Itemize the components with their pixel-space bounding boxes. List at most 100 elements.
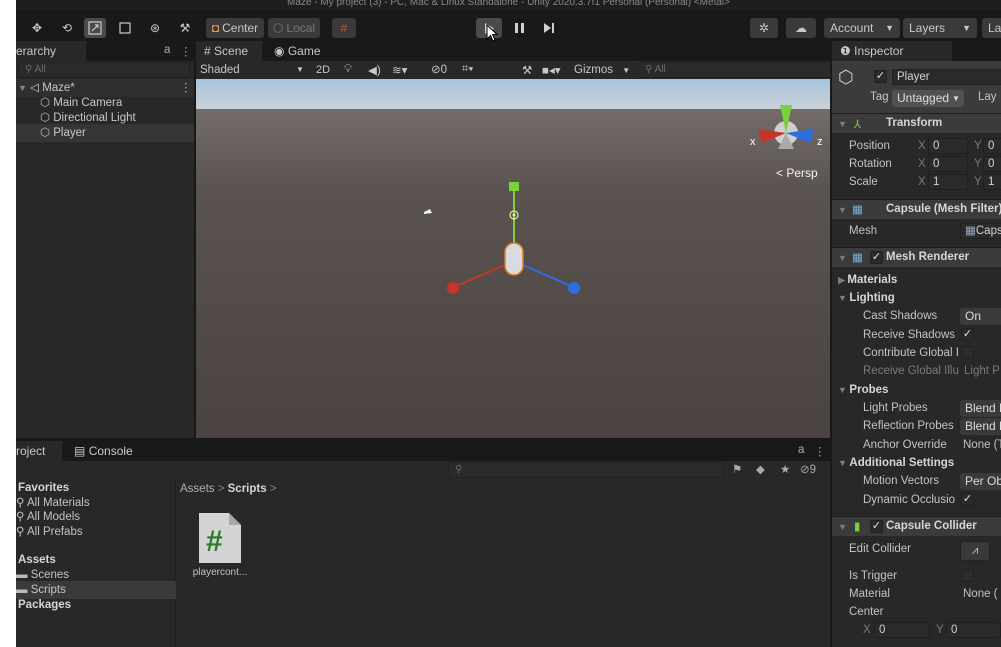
light-probes-label: Light Probes <box>863 402 928 414</box>
grid-toggle-icon[interactable]: ⌗▾ <box>462 63 473 76</box>
tab-console[interactable]: ▤ Console <box>66 441 141 461</box>
probes-foldout[interactable]: ▼ Probes <box>838 381 888 399</box>
is-trigger-checkbox[interactable] <box>961 569 974 582</box>
position-y-field[interactable]: 0 <box>983 138 1001 154</box>
pivot-center-toggle[interactable]: ◘ Center <box>206 18 264 38</box>
tab-inspector[interactable]: ❶ Inspector <box>832 41 952 61</box>
edit-collider-button[interactable]: ⩘ <box>960 541 990 561</box>
transform-header[interactable]: ▼ ⅄ Transform <box>832 113 1001 133</box>
scene-viewport[interactable]: x z < Persp <box>196 79 844 438</box>
lock-icon[interactable]: a <box>164 44 170 56</box>
create-asset-icon[interactable]: ⚑ <box>732 462 742 476</box>
layout-dropdown[interactable]: La <box>982 18 1001 38</box>
grid-snap-button[interactable]: # <box>332 18 356 38</box>
materials-foldout[interactable]: ▶ Materials <box>838 271 897 289</box>
scale-y-field[interactable]: 1 <box>983 174 1001 190</box>
rect-tool-button[interactable] <box>114 18 136 38</box>
mesh-renderer-header[interactable]: ▼ ▦ ✓ Mesh Renderer <box>832 247 1001 267</box>
cloud-button[interactable]: ☁ <box>786 18 816 38</box>
object-name-field[interactable]: Player <box>892 69 1001 85</box>
mesh-filter-header[interactable]: ▼ ▦ Capsule (Mesh Filter) <box>832 199 1001 219</box>
more-menu-icon[interactable]: ⋮ <box>814 444 826 458</box>
lighting-foldout[interactable]: ▼ Lighting <box>838 289 895 307</box>
reflection-probes-dropdown[interactable]: Blend P <box>960 418 1001 435</box>
project-search-input[interactable]: ⚲ <box>448 462 724 478</box>
search-icon: ⚲ <box>25 64 35 75</box>
camera-dropdown-icon[interactable]: ■◂▾ <box>542 63 561 77</box>
mode-2d-label: 2D <box>316 64 331 76</box>
collab-button[interactable]: ✲ <box>750 18 778 38</box>
effects-dropdown-icon[interactable]: ≋▾ <box>392 63 407 77</box>
probes-label: Probes <box>849 384 889 396</box>
mesh-renderer-enabled-checkbox[interactable]: ✓ <box>870 251 883 264</box>
capsule-collider-enabled-checkbox[interactable]: ✓ <box>870 520 883 533</box>
transform-tool-button[interactable]: ⊛ <box>144 18 166 38</box>
label-filter-icon[interactable]: ◆ <box>756 462 765 476</box>
tab-project[interactable]: roject <box>16 441 62 461</box>
tag-dropdown[interactable]: Untagged ▼ <box>892 90 964 107</box>
gameobject-cube-icon: ⬡ <box>40 112 51 124</box>
tab-game[interactable]: ◉ Game <box>266 41 329 61</box>
z-axis-handle[interactable] <box>568 282 580 294</box>
custom-tool-button[interactable]: ⚒ <box>174 18 196 38</box>
hidden-objects-toggle[interactable]: ⊘0 <box>431 61 447 79</box>
favorite-star-icon[interactable]: ★ <box>780 462 790 476</box>
asset-tile[interactable]: # playercont... <box>188 509 252 579</box>
rotation-y-field[interactable]: 0 <box>983 156 1001 172</box>
breadcrumb-assets[interactable]: Assets <box>180 483 215 495</box>
cast-shadows-dropdown[interactable]: On <box>960 308 1001 325</box>
anchor-override-field[interactable]: None (T <box>963 436 1001 454</box>
scale-tool-button[interactable] <box>84 18 106 38</box>
scale-x-field[interactable]: 1 <box>928 174 968 190</box>
mesh-field[interactable]: ▦Caps <box>960 223 1001 239</box>
center-x-field[interactable]: 0 <box>874 622 930 638</box>
receive-shadows-checkbox[interactable]: ✓ <box>961 328 974 341</box>
breadcrumb-scripts[interactable]: Scripts <box>228 483 267 495</box>
shading-mode-dropdown[interactable]: Shaded ▼ <box>200 61 304 79</box>
hidden-packages-toggle[interactable]: ⊘9 <box>800 462 816 476</box>
account-dropdown[interactable]: Account ▼ <box>824 18 900 38</box>
rotation-x-field[interactable]: 0 <box>928 156 968 172</box>
more-menu-icon[interactable]: ⋮ <box>180 44 192 58</box>
lighting-toggle-icon[interactable]: 💡︎ <box>344 63 352 76</box>
scale-icon <box>88 21 102 35</box>
breadcrumb-separator-icon: > <box>217 483 228 495</box>
additional-settings-foldout[interactable]: ▼ Additional Settings <box>838 454 954 472</box>
audio-toggle-icon[interactable]: ◀) <box>368 63 381 77</box>
dynamic-occlusion-checkbox[interactable]: ✓ <box>961 493 974 506</box>
hierarchy-search-input[interactable]: ⚲ All <box>18 62 190 78</box>
tab-hierarchy[interactable]: erarchy <box>16 41 86 61</box>
gizmos-dropdown[interactable]: Gizmos ▼ <box>574 61 630 79</box>
active-checkbox[interactable]: ✓ <box>874 70 887 83</box>
light-probes-dropdown[interactable]: Blend P <box>960 400 1001 417</box>
folder-label: Scenes <box>30 569 70 581</box>
hierarchy-item-player[interactable]: ⬡ Player <box>16 124 194 142</box>
y-axis-handle[interactable] <box>509 182 519 191</box>
lock-icon[interactable]: a <box>798 444 804 456</box>
persp-label[interactable]: < Persp <box>776 166 818 180</box>
orientation-gizmo[interactable]: x z <box>744 87 834 163</box>
rotate-tool-button[interactable]: ⟲ <box>56 18 78 38</box>
tab-scene[interactable]: # Scene <box>196 41 262 61</box>
scene-search-input[interactable]: ⚲ All <box>638 62 838 78</box>
contribute-gi-checkbox[interactable] <box>961 346 974 359</box>
pivot-local-toggle[interactable]: ⬡ Local <box>268 18 320 38</box>
move-tool-button[interactable]: ✥ <box>26 18 48 38</box>
mode-2d-toggle[interactable]: 2D <box>316 61 330 79</box>
player-capsule[interactable] <box>504 242 524 276</box>
favorite-all-prefabs[interactable]: ⚲ All Prefabs <box>16 523 83 541</box>
position-x-field[interactable]: 0 <box>928 138 968 154</box>
packages-label[interactable]: Packages <box>18 596 71 614</box>
layers-dropdown[interactable]: Layers ▼ <box>903 18 977 38</box>
material-field[interactable]: None ( <box>963 585 998 603</box>
x-axis-handle[interactable] <box>447 282 459 294</box>
rotation-x-label: X <box>918 158 926 170</box>
capsule-collider-header[interactable]: ▼ ▮ ✓ Capsule Collider <box>832 516 1001 536</box>
tools-icon[interactable]: ⚒ <box>522 63 532 77</box>
pause-button[interactable] <box>506 18 532 38</box>
step-button[interactable] <box>536 18 562 38</box>
motion-vectors-dropdown[interactable]: Per Ob <box>960 473 1001 490</box>
cast-shadows-value: On <box>965 309 982 323</box>
object-name: Player <box>897 71 930 83</box>
center-y-field[interactable]: 0 <box>946 622 1001 638</box>
